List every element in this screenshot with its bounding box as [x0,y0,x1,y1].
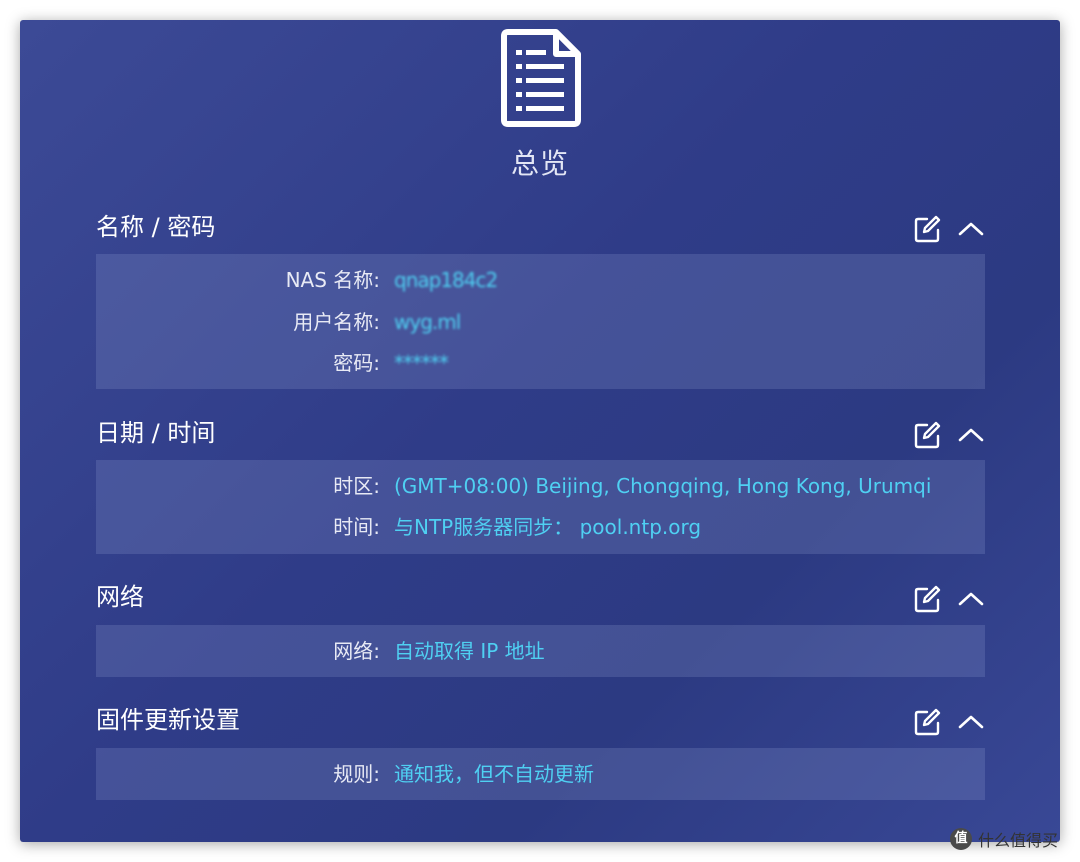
chevron-up-icon[interactable] [954,705,988,739]
password-label: 密码: [333,351,380,375]
row-password: 密码: ****** [96,347,985,379]
edit-icon[interactable] [910,582,944,616]
update-rule-value: 通知我，但不自动更新 [394,762,594,786]
panel-firmware-update: 规则: 通知我，但不自动更新 [96,748,985,800]
timezone-label: 时区: [333,474,380,498]
section-title-name-password: 名称 / 密码 [96,213,216,241]
watermark-logo: 值 [950,828,972,850]
password-value: ****** [394,351,449,375]
edit-icon[interactable] [910,418,944,452]
edit-icon[interactable] [910,705,944,739]
row-network: 网络: 自动取得 IP 地址 [96,635,985,667]
nas-name-label: NAS 名称: [285,268,380,292]
panel-name-password: NAS 名称: qnap184c2 用户名称: wyg.ml 密码: *****… [96,254,985,389]
row-time: 时间: 与NTP服务器同步： pool.ntp.org [96,511,985,543]
chevron-up-icon[interactable] [954,212,988,246]
section-title-firmware-update: 固件更新设置 [96,706,240,734]
overview-window: 总览 名称 / 密码 NAS 名称: qnap184c2 用户名称: wyg.m… [20,20,1060,842]
section-tools-network [910,582,990,616]
section-title-date-time: 日期 / 时间 [96,419,216,447]
section-title-network: 网络 [96,583,144,611]
watermark: 值 什么值得买 [950,826,1058,852]
time-label: 时间: [333,515,380,539]
row-update-rule: 规则: 通知我，但不自动更新 [96,758,985,790]
user-name-label: 用户名称: [293,310,380,334]
update-rule-label: 规则: [333,762,380,786]
section-tools-date-time [910,418,990,452]
row-timezone: 时区: (GMT+08:00) Beijing, Chongqing, Hong… [96,470,985,502]
chevron-up-icon[interactable] [954,582,988,616]
watermark-text: 什么值得买 [978,831,1059,850]
timezone-value: (GMT+08:00) Beijing, Chongqing, Hong Kon… [394,474,932,498]
section-tools-name-password [910,212,990,246]
section-tools-firmware-update [910,705,990,739]
network-label: 网络: [333,639,380,663]
time-value: 与NTP服务器同步： pool.ntp.org [394,515,702,539]
page-title: 总览 [510,147,569,180]
row-user-name: 用户名称: wyg.ml [96,306,985,338]
panel-network: 网络: 自动取得 IP 地址 [96,625,985,677]
network-value: 自动取得 IP 地址 [394,639,545,663]
edit-icon[interactable] [910,212,944,246]
nas-name-value: qnap184c2 [394,268,498,292]
row-nas-name: NAS 名称: qnap184c2 [96,264,985,296]
user-name-value: wyg.ml [394,310,461,334]
chevron-up-icon[interactable] [954,418,988,452]
panel-date-time: 时区: (GMT+08:00) Beijing, Chongqing, Hong… [96,460,985,554]
document-list-icon [498,28,584,128]
